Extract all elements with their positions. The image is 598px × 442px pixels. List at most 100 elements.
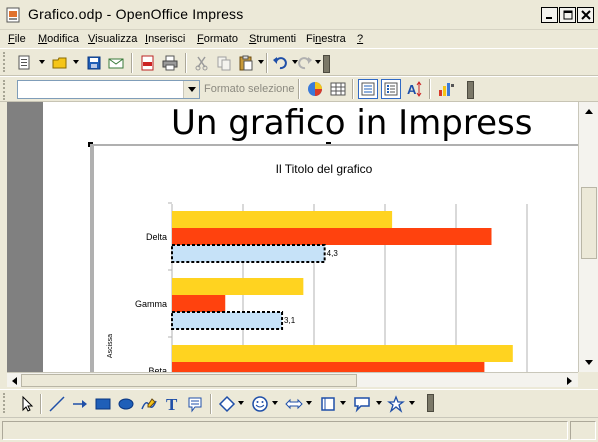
scroll-up-button[interactable] [581,103,597,119]
open-button[interactable] [50,53,70,73]
toolbar-separator [298,79,300,99]
menu-file[interactable]: File [8,33,26,45]
basic-shapes-dropdown-icon[interactable] [238,401,244,405]
menu-strumenti[interactable]: Strumenti [249,33,296,45]
new-document-icon [18,55,30,70]
block-arrows-dropdown-icon[interactable] [306,401,312,405]
basic-shapes-button[interactable] [217,394,237,414]
table-icon [330,82,346,96]
email-icon [108,58,124,69]
toolbar-options-button[interactable] [427,394,434,412]
chevron-down-icon [187,87,196,92]
toolbar-grip[interactable] [3,393,7,413]
combo-dropdown-button[interactable] [183,81,199,98]
new-document-button[interactable] [15,53,35,73]
menu-finestra[interactable]: Finestra [306,33,346,45]
symbol-shapes-button[interactable] [250,394,270,414]
drawing-toolbar: T [0,389,598,417]
toolbar-separator [131,53,133,73]
maximize-button[interactable] [559,7,576,23]
smiley-icon [252,396,268,412]
print-button[interactable] [160,53,180,73]
diamond-icon [218,395,236,413]
paste-dropdown-icon[interactable] [258,60,264,64]
paste-icon [239,55,253,71]
text-tool-button[interactable]: T [162,394,182,414]
rectangle-tool-button[interactable] [93,394,113,414]
ellipse-tool-button[interactable] [116,394,136,414]
slide-canvas[interactable]: Un grafico in Impress Il Titolo del graf… [43,102,580,372]
vertical-scroll-thumb[interactable] [581,187,597,259]
menu-inserisci[interactable]: Inserisci [145,33,185,45]
scroll-down-button[interactable] [581,354,597,370]
horizontal-scrollbar[interactable] [7,372,578,387]
data-table-button[interactable] [328,79,348,99]
block-arrows-button[interactable] [284,394,304,414]
redo-button[interactable] [295,53,315,73]
title-bar: Grafico.odp - OpenOffice Impress [0,0,598,30]
chart-type-button[interactable] [305,79,325,99]
menu-visualizza[interactable]: Visualizza [88,33,137,45]
horizontal-grids-button[interactable] [358,79,378,99]
redo-icon [298,57,312,70]
chart-bar [172,278,304,295]
line-arrow-tool-button[interactable] [70,394,90,414]
line-tool-button[interactable] [47,394,67,414]
save-icon [87,56,101,70]
slide-title[interactable]: Un grafico in Impress [171,102,532,144]
menu-modifica[interactable]: Modifica [38,33,79,45]
toolbar-separator [40,394,42,414]
email-button[interactable] [106,53,126,73]
callout-icon [188,397,202,413]
minimize-icon [546,16,552,19]
chart-bar [172,362,485,372]
new-document-dropdown-icon[interactable] [39,60,45,64]
curve-tool-button[interactable] [139,394,159,414]
callouts-button[interactable] [352,394,372,414]
horizontal-scroll-thumb[interactable] [21,374,357,387]
toolbar-grip[interactable] [3,80,7,100]
close-button[interactable] [577,7,594,23]
copy-button[interactable] [214,53,234,73]
legend-toggle-button[interactable] [381,79,401,99]
export-pdf-button[interactable] [138,53,158,73]
chart-bar [172,345,513,362]
menu-help[interactable]: ? [357,33,363,45]
legend-icon [384,82,398,96]
save-button[interactable] [84,53,104,73]
cut-button[interactable] [192,53,212,73]
scroll-left-button[interactable] [7,374,21,387]
chart-object[interactable]: Il Titolo del grafico Ascissa 4,3 Delta 3,1 G… [90,144,580,372]
resize-grip[interactable] [570,421,596,440]
paste-button[interactable] [236,53,256,73]
toolbar-grip[interactable] [3,52,7,72]
stars-button[interactable] [386,394,406,414]
vertical-scrollbar[interactable] [578,102,598,372]
symbol-shapes-dropdown-icon[interactable] [272,401,278,405]
redo-dropdown-icon[interactable] [315,60,321,64]
format-selection-button[interactable]: Formato selezione [204,83,295,95]
flowchart-dropdown-icon[interactable] [340,401,346,405]
toolbar-options-button[interactable] [323,55,330,73]
data-label: 3,1 [284,316,296,325]
svg-text:T: T [166,395,178,413]
flowchart-button[interactable] [318,394,338,414]
select-chart-element-combo[interactable] [17,80,200,99]
callouts-dropdown-icon[interactable] [376,401,382,405]
scissors-icon [195,56,208,71]
scale-text-button[interactable]: A [405,79,425,99]
category-label: Gamma [135,299,167,309]
menu-formato[interactable]: Formato [197,33,238,45]
standard-toolbar [0,48,598,76]
callout-tool-button[interactable] [185,394,205,414]
data-label: 4,3 [327,249,339,258]
automatic-layout-button[interactable] [436,79,456,99]
undo-button[interactable] [270,53,290,73]
chart-bar [172,295,226,312]
stars-dropdown-icon[interactable] [409,401,415,405]
select-tool-button[interactable] [17,394,37,414]
toolbar-options-button[interactable] [467,81,474,99]
open-dropdown-icon[interactable] [73,60,79,64]
minimize-button[interactable] [541,7,558,23]
scroll-right-button[interactable] [562,374,576,387]
